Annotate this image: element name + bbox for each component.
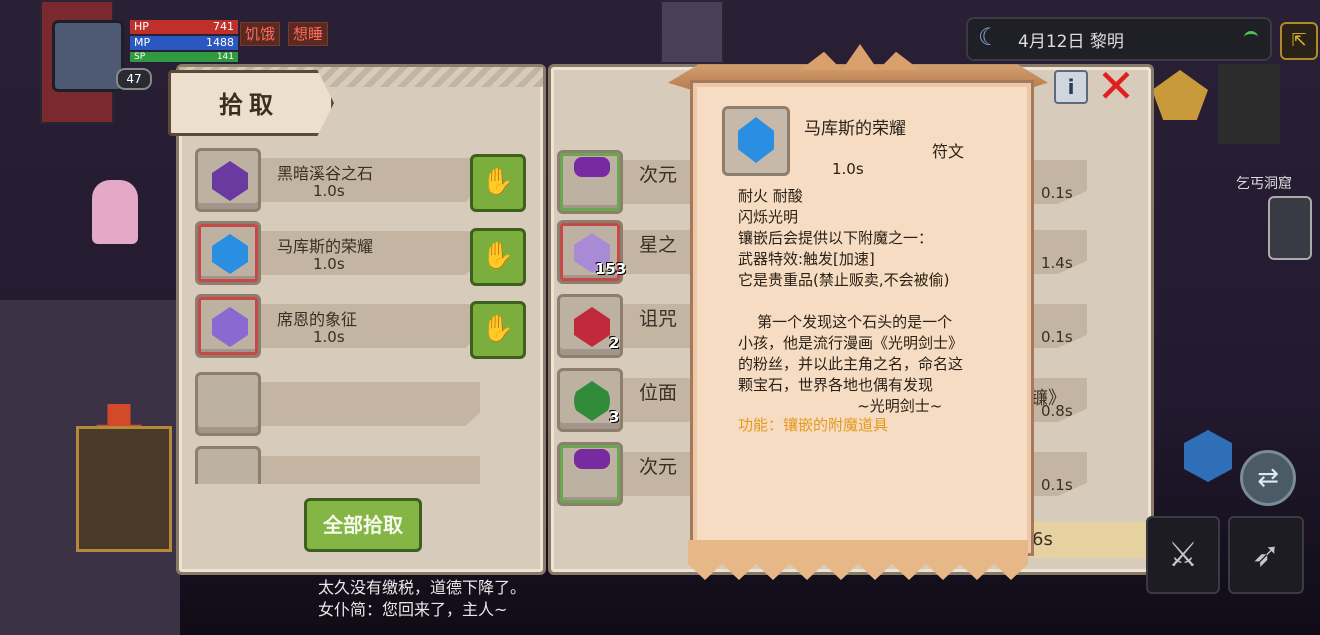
pickup-item-row[interactable]: 马库斯的荣耀 1.0s — [195, 221, 495, 285]
item-name: 星之 — [639, 234, 678, 256]
tooltip-item-slot — [722, 106, 790, 176]
empty-slot — [195, 372, 261, 436]
purple-gem-icon — [212, 307, 248, 347]
item-name: 位面 — [639, 382, 678, 404]
item-slot — [557, 442, 623, 506]
log-message: 女仆简：您回来了，主人~ — [318, 600, 508, 619]
item-time: 0.1s — [1041, 328, 1073, 346]
green-gem-icon — [574, 381, 610, 421]
tooltip-item-type: 符文 — [932, 142, 965, 161]
phone-icon[interactable] — [1268, 196, 1312, 260]
item-count: 3 — [609, 408, 620, 426]
tooltip-line: 第一个发现这个石头的是一个 — [738, 313, 953, 331]
item-time: 1.0s — [313, 182, 345, 200]
row-bar — [235, 456, 480, 484]
mp-label: MP — [134, 36, 151, 49]
sp-label: SP — [134, 52, 146, 62]
pickup-title: 拾取 — [219, 91, 279, 119]
debuff-sleepy[interactable]: 想睡 — [288, 22, 329, 46]
mp-value: 1488 — [206, 36, 234, 49]
item-slot — [557, 150, 623, 214]
signal-icon — [1244, 31, 1258, 44]
pick-item-button[interactable]: ✋ — [470, 301, 526, 359]
dark-gem-icon — [212, 161, 248, 201]
row-bar — [235, 304, 480, 348]
tooltip-line: 闪烁光明 — [738, 208, 799, 226]
exit-button[interactable]: ⇱ — [1280, 22, 1318, 60]
empty-row — [195, 446, 495, 484]
pickup-title-tag: 拾取 — [168, 70, 334, 136]
sword-icon[interactable]: ⚔ — [1146, 516, 1220, 594]
pickup-item-row[interactable]: 黑暗溪谷之石 1.0s — [195, 148, 495, 212]
map-location: 乞丐洞窟 — [1236, 176, 1292, 192]
tooltip-line: 镶嵌后会提供以下附魔之一： — [738, 229, 934, 247]
player-character — [92, 180, 138, 244]
purple-capsule-icon — [574, 157, 610, 177]
player-avatar[interactable] — [52, 20, 124, 92]
hp-label: HP — [134, 20, 149, 33]
item-name: 席恩的象征 — [277, 310, 358, 329]
sp-bar: SP 141 — [130, 52, 238, 62]
well-structure — [76, 426, 172, 552]
item-name: 次元 — [639, 164, 678, 186]
empty-slot — [195, 446, 261, 484]
blue-rune-icon — [212, 234, 248, 274]
item-time: 1.4s — [1041, 254, 1073, 272]
date-time: 4月12日 黎明 — [1018, 32, 1124, 52]
empty-row — [195, 372, 495, 436]
tooltip-line: 耐火 耐酸 — [738, 187, 803, 205]
item-name: 次元 — [639, 456, 678, 478]
item-time: 0.1s — [1041, 476, 1073, 494]
pick-all-button[interactable]: 全部拾取 — [304, 498, 422, 552]
pick-item-button[interactable]: ✋ — [470, 228, 526, 286]
item-count: 153 — [595, 260, 627, 278]
log-message: 太久没有缴税，道德下降了。 — [318, 578, 527, 597]
mp-bar: MP 1488 — [130, 36, 238, 50]
item-name: 诅咒 — [639, 308, 678, 330]
hp-bar: HP 741 — [130, 20, 238, 34]
blue-rune-icon — [738, 117, 774, 163]
tooltip-item-name: 马库斯的荣耀 — [804, 119, 906, 139]
pick-item-button[interactable]: ✋ — [470, 154, 526, 212]
item-name-fragment: 镰》 — [1030, 388, 1066, 409]
swap-icon[interactable]: ⇄ — [1240, 450, 1296, 506]
minimap[interactable] — [1218, 64, 1280, 144]
time-bar: ☾ 4月12日 黎明 — [966, 17, 1272, 61]
wall-block — [660, 0, 724, 64]
tooltip-line: ~光明剑士~ — [738, 397, 943, 415]
purple-capsule-icon — [574, 449, 610, 469]
bow-icon[interactable]: ➶ — [1228, 516, 1304, 594]
item-slot — [195, 221, 261, 285]
info-button[interactable]: i — [1054, 70, 1088, 104]
row-bar — [235, 382, 480, 426]
tooltip-function: 功能：镶嵌的附魔道具 — [738, 416, 889, 434]
sp-value: 141 — [216, 52, 234, 62]
item-time: 0.1s — [1041, 184, 1073, 202]
tooltip-line: 武器特效:触发[加速] — [738, 250, 875, 268]
moon-icon: ☾ — [978, 23, 1000, 51]
item-count: 2 — [609, 334, 620, 352]
item-slot — [195, 294, 261, 358]
item-time: 1.0s — [313, 328, 345, 346]
debuff-hunger[interactable]: 饥饿 — [240, 22, 281, 46]
tooltip-line: 的粉丝，并以此主角之名，命名这 — [738, 355, 964, 373]
tooltip-line: 小孩，他是流行漫画《光明剑士》 — [738, 334, 964, 352]
item-time: 1.0s — [313, 255, 345, 273]
tooltip-line: 颗宝石，世界各地也偶有发现 — [738, 376, 934, 394]
tooltip-item-time: 1.0s — [832, 160, 864, 178]
item-name: 马库斯的荣耀 — [277, 237, 374, 256]
tooltip-line: 它是贵重品(禁止贩卖,不会被偷) — [738, 271, 950, 289]
scroll-icon — [574, 307, 610, 347]
close-icon[interactable]: ✕ — [1092, 62, 1140, 110]
item-name: 黑暗溪谷之石 — [277, 164, 374, 183]
item-slot — [195, 148, 261, 212]
hp-value: 741 — [213, 20, 234, 33]
time-fragment: 6s — [1030, 522, 1148, 558]
player-level: 47 — [116, 68, 152, 90]
pickup-item-row[interactable]: 席恩的象征 1.0s — [195, 294, 495, 358]
